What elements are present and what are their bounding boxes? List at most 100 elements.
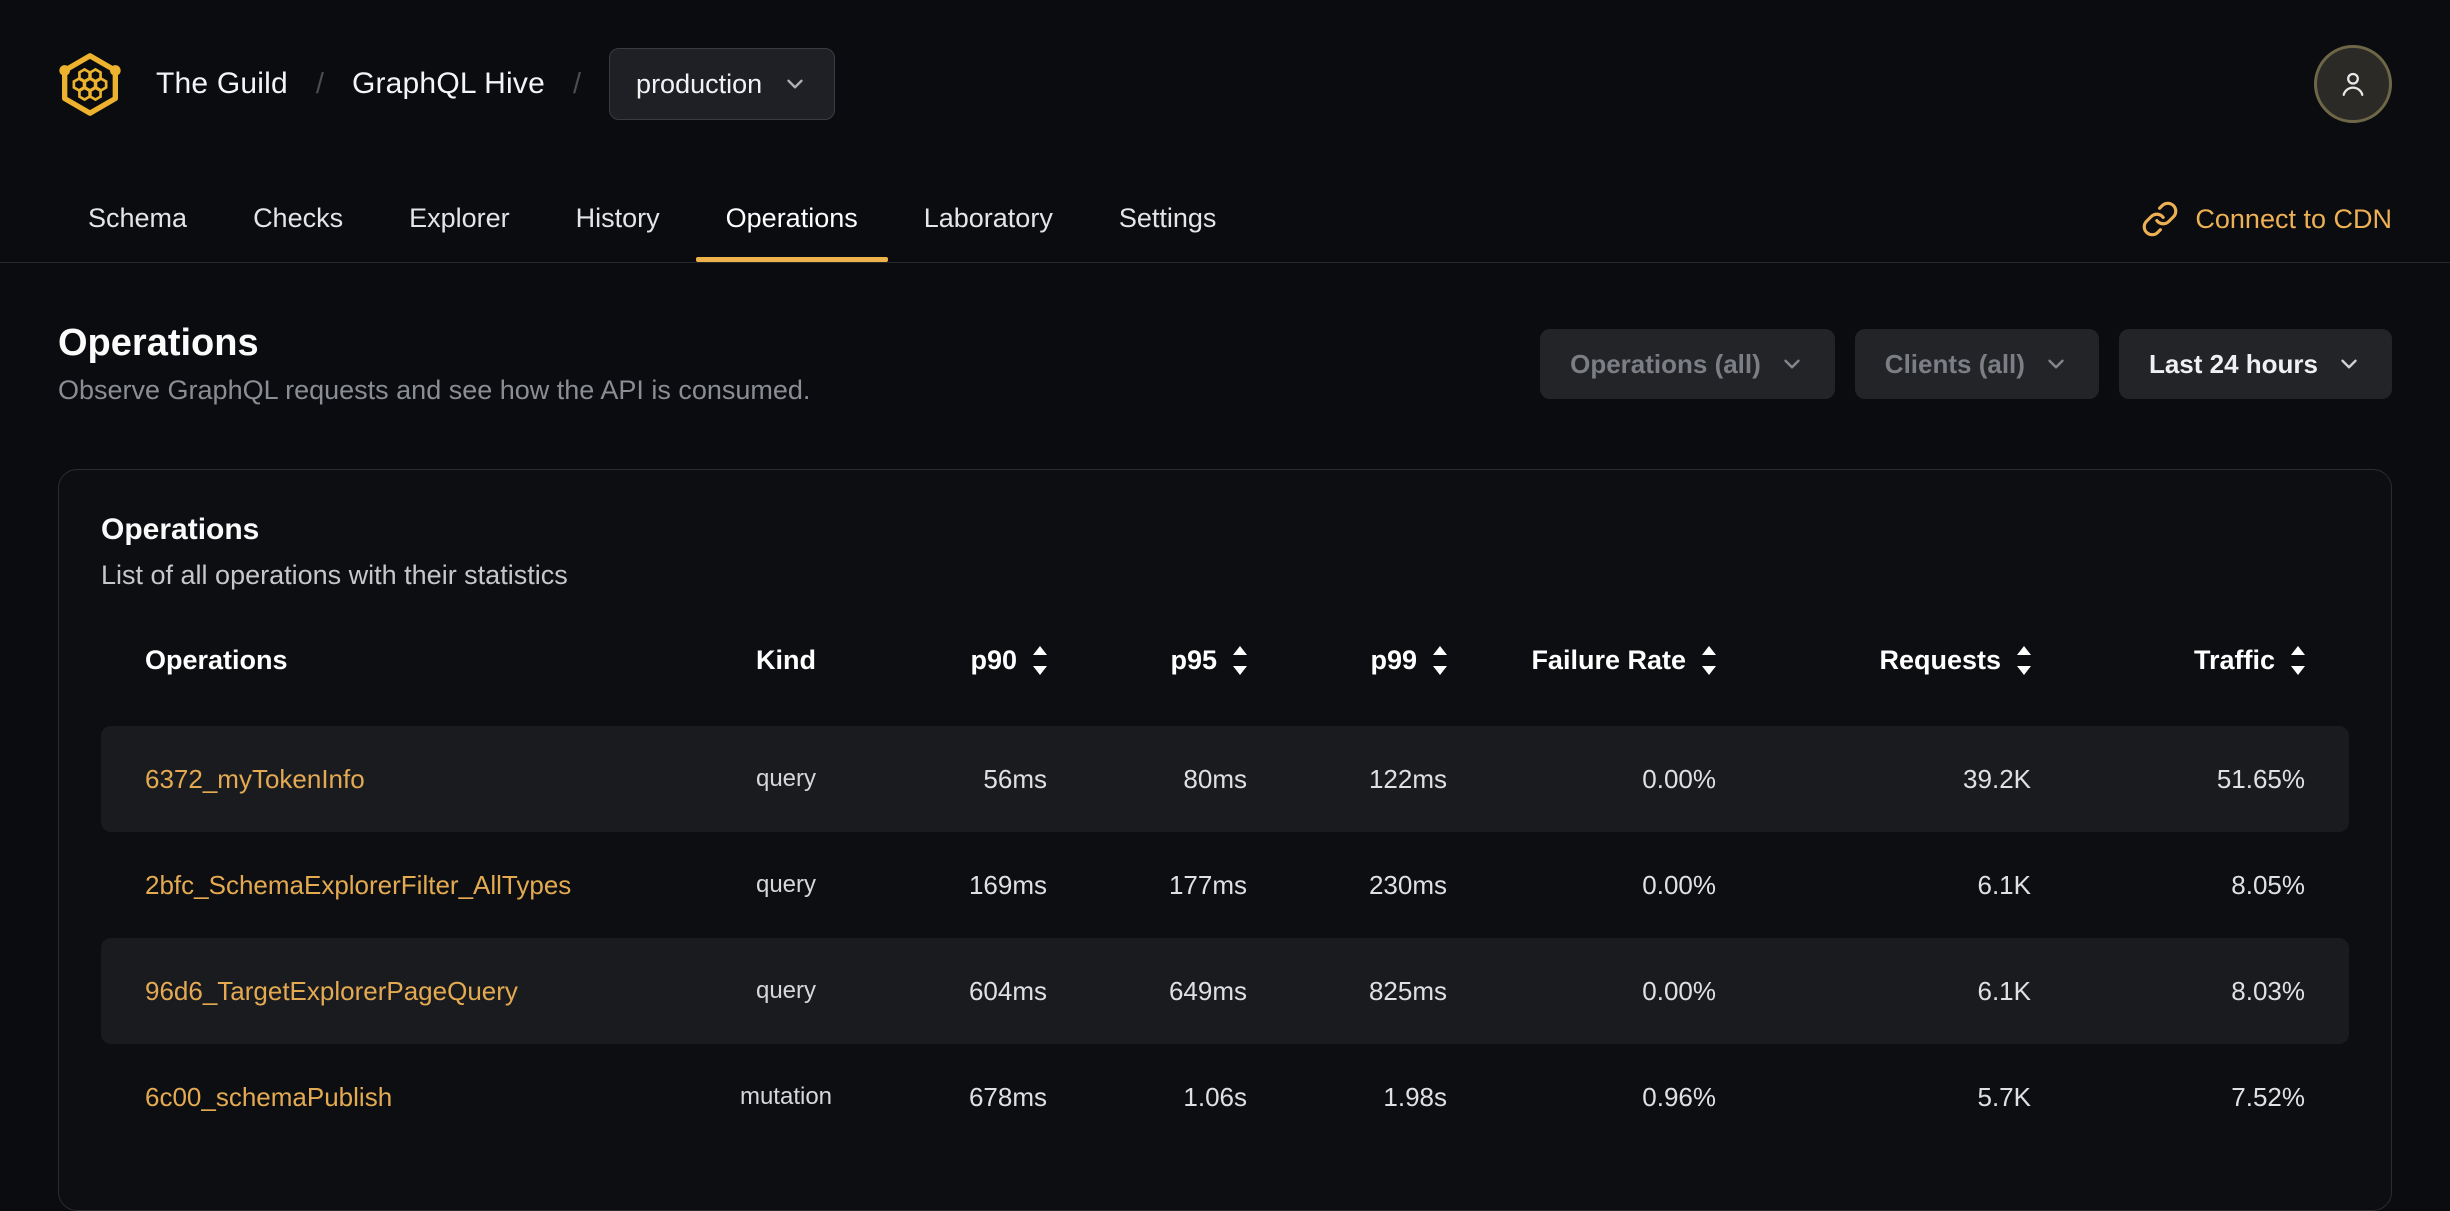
failure_rate-value: 0.00% — [1642, 975, 1716, 1006]
column-label: Requests — [1879, 644, 2001, 675]
sort-asc-icon — [2291, 645, 2305, 655]
operations-card: Operations List of all operations with t… — [58, 469, 2392, 1211]
p95-value: 1.06s — [1183, 1081, 1247, 1112]
filter-label: Last 24 hours — [2148, 348, 2318, 379]
requests-value: 39.2K — [1963, 763, 2031, 794]
column-header-traffic[interactable]: Traffic — [2121, 622, 2351, 698]
cell-p99: 825ms — [1311, 938, 1511, 1044]
p95-value: 80ms — [1183, 763, 1247, 794]
column-header-p90[interactable]: p90 — [911, 622, 1111, 698]
table-row[interactable]: 2bfc_SchemaExplorerFilter_AllTypes query 1… — [101, 832, 2349, 938]
kind-value: mutation — [739, 1083, 833, 1110]
column-label: Traffic — [2193, 644, 2275, 675]
org-name[interactable]: The Guild — [156, 67, 288, 101]
tab-history[interactable]: History — [546, 203, 690, 262]
p90-value: 169ms — [968, 869, 1047, 900]
filter-last-24-hours[interactable]: Last 24 hours — [2118, 329, 2392, 399]
cell-failure_rate: 0.00% — [1511, 938, 1811, 1044]
cell-p90: 56ms — [911, 726, 1111, 832]
sort-asc-icon — [2017, 645, 2031, 655]
sort-arrows-icon — [1702, 645, 1716, 675]
p99-value: 122ms — [1368, 763, 1447, 794]
table-row[interactable]: 96d6_TargetExplorerPageQuery query 604ms 64… — [101, 938, 2349, 1044]
cell-traffic: 7.52% — [2121, 1044, 2351, 1150]
column-label: Operations — [145, 644, 288, 675]
cell-name: 2bfc_SchemaExplorerFilter_AllTypes — [101, 832, 661, 938]
p90-value: 678ms — [968, 1081, 1047, 1112]
cell-p95: 649ms — [1111, 938, 1311, 1044]
nav-tabs: Schema Checks Explorer History Operations Lab… — [58, 123, 1246, 262]
column-header-p95[interactable]: p95 — [1111, 622, 1311, 698]
cell-p95: 1.06s — [1111, 1044, 1311, 1150]
operation-link[interactable]: 2bfc_SchemaExplorerFilter_AllTypes — [145, 870, 571, 901]
sort-desc-icon — [2017, 665, 2031, 675]
traffic-value: 7.52% — [2231, 1081, 2305, 1112]
failure_rate-value: 0.00% — [1642, 763, 1716, 794]
cell-traffic: 8.03% — [2121, 938, 2351, 1044]
cell-p95: 177ms — [1111, 832, 1311, 938]
cell-p90: 604ms — [911, 938, 1111, 1044]
tab-operations[interactable]: Operations — [695, 203, 888, 262]
operations-page: Operations Observe GraphQL requests and … — [0, 321, 2450, 1211]
sort-desc-icon — [1702, 665, 1716, 675]
card-title: Operations — [101, 513, 260, 546]
sort-arrows-icon — [2291, 645, 2305, 675]
kind-value: query — [755, 871, 817, 898]
sort-desc-icon — [1033, 665, 1047, 675]
sort-arrows-icon — [2017, 645, 2031, 675]
project-name[interactable]: GraphQL Hive — [352, 67, 545, 101]
page-subtitle: Observe GraphQL requests and see how the… — [58, 375, 811, 405]
sort-arrows-icon — [1033, 645, 1047, 675]
cell-requests: 6.1K — [1811, 832, 2121, 938]
tab-schema[interactable]: Schema — [58, 203, 217, 262]
sort-arrows-icon — [1233, 645, 1247, 675]
cell-name: 6372_myTokenInfo — [101, 726, 661, 832]
filter-operations-all[interactable]: Operations (all) — [1540, 329, 1835, 399]
column-label: Kind — [756, 644, 816, 675]
column-label: Failure Rate — [1531, 644, 1686, 675]
column-header-failure_rate[interactable]: Failure Rate — [1511, 622, 1811, 698]
p99-value: 230ms — [1368, 869, 1447, 900]
sort-asc-icon — [1433, 645, 1447, 655]
cell-name: 6c00_schemaPublish — [101, 1044, 661, 1150]
target-selector[interactable]: production — [609, 48, 836, 120]
user-menu-button[interactable] — [2314, 45, 2392, 123]
p99-value: 1.98s — [1383, 1081, 1447, 1112]
table-row[interactable]: 6372_myTokenInfo query 56ms 80ms 122ms 0.00% 3… — [101, 726, 2349, 832]
column-header-p99[interactable]: p99 — [1311, 622, 1511, 698]
filter-label: Clients (all) — [1884, 348, 2025, 379]
sort-desc-icon — [2291, 665, 2305, 675]
column-label: p99 — [1370, 644, 1417, 675]
cell-failure_rate: 0.96% — [1511, 1044, 1811, 1150]
connect-to-cdn-button[interactable]: Connect to CDN — [2141, 200, 2392, 262]
column-header-name: Operations — [101, 622, 661, 698]
p90-value: 56ms — [983, 763, 1047, 794]
p95-value: 649ms — [1168, 975, 1247, 1006]
page-title: Operations — [58, 322, 259, 364]
guild-honeycomb-logo-icon — [59, 52, 121, 116]
card-subtitle: List of all operations with their statis… — [101, 560, 568, 590]
table-row[interactable]: 6c00_schemaPublish mutation 678ms 1.06s 1.98… — [101, 1044, 2349, 1150]
main-nav: Schema Checks Explorer History Operations Lab… — [0, 123, 2450, 263]
failure_rate-value: 0.96% — [1642, 1081, 1716, 1112]
filter-clients-all[interactable]: Clients (all) — [1854, 329, 2099, 399]
cell-p90: 678ms — [911, 1044, 1111, 1150]
cell-failure_rate: 0.00% — [1511, 726, 1811, 832]
operation-link[interactable]: 96d6_TargetExplorerPageQuery — [145, 976, 518, 1007]
requests-value: 6.1K — [1977, 869, 2032, 900]
operation-link[interactable]: 6c00_schemaPublish — [145, 1082, 392, 1113]
sort-desc-icon — [1433, 665, 1447, 675]
column-header-requests[interactable]: Requests — [1811, 622, 2121, 698]
tab-explorer[interactable]: Explorer — [379, 203, 540, 262]
cell-kind: mutation — [661, 1044, 911, 1150]
tab-checks[interactable]: Checks — [223, 203, 373, 262]
column-header-kind: Kind — [661, 622, 911, 698]
sort-asc-icon — [1702, 645, 1716, 655]
operation-link[interactable]: 6372_myTokenInfo — [145, 764, 365, 795]
sort-desc-icon — [1233, 665, 1247, 675]
cell-kind: query — [661, 832, 911, 938]
tab-laboratory[interactable]: Laboratory — [894, 203, 1083, 262]
cell-p99: 122ms — [1311, 726, 1511, 832]
sort-asc-icon — [1233, 645, 1247, 655]
tab-settings[interactable]: Settings — [1089, 203, 1247, 262]
